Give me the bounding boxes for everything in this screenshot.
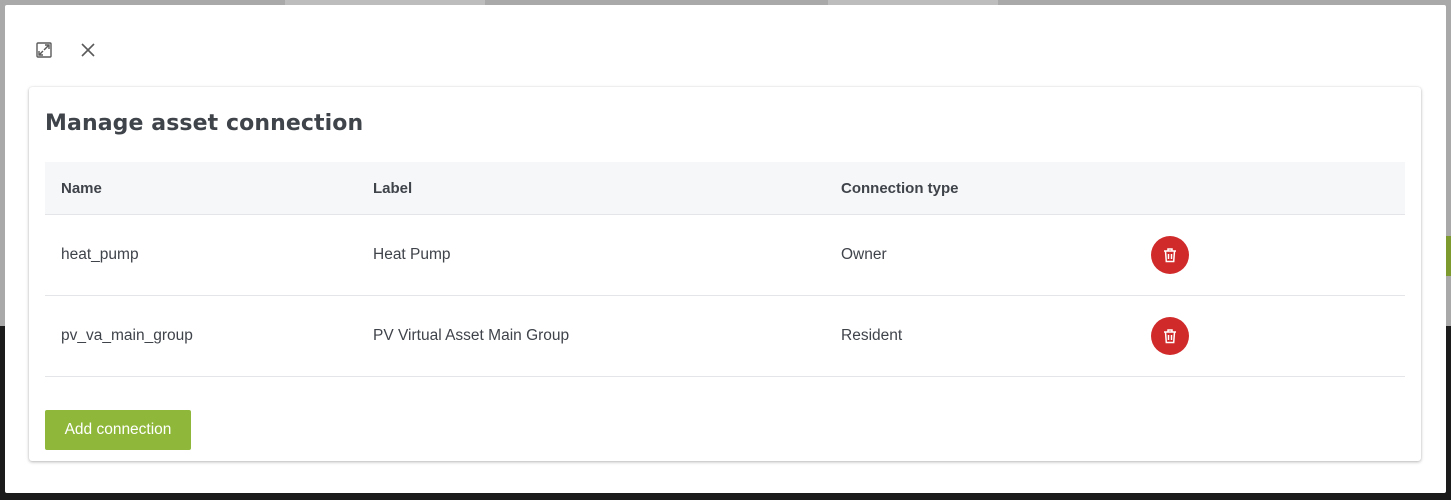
cell-actions — [1151, 236, 1405, 274]
expand-icon[interactable] — [33, 39, 55, 61]
column-header-label[interactable]: Label — [373, 180, 841, 197]
cell-connection-type: Resident — [841, 327, 903, 344]
table-row: pv_va_main_group PV Virtual Asset Main G… — [45, 296, 1405, 377]
cell-actions — [1151, 317, 1405, 355]
table-header: Name Label Connection type — [45, 162, 1405, 215]
trash-icon — [1164, 248, 1176, 263]
manage-connection-modal: Manage asset connection Name Label Conne… — [5, 5, 1446, 493]
delete-connection-button[interactable] — [1151, 317, 1189, 355]
cell-label: PV Virtual Asset Main Group — [373, 327, 570, 344]
connections-table: Name Label Connection type heat_pump Hea… — [45, 162, 1405, 377]
cell-connection-type: Owner — [841, 246, 887, 263]
backdrop-green-element — [1446, 236, 1451, 276]
trash-icon — [1164, 329, 1176, 344]
cell-label: Heat Pump — [373, 246, 451, 263]
connection-card: Manage asset connection Name Label Conne… — [29, 87, 1421, 461]
cell-name: pv_va_main_group — [61, 327, 193, 344]
add-connection-button[interactable]: Add connection — [45, 410, 191, 450]
modal-toolbar — [33, 35, 99, 65]
column-header-connection-type[interactable]: Connection type — [841, 180, 1151, 197]
close-icon[interactable] — [77, 39, 99, 61]
cell-name: heat_pump — [61, 246, 139, 263]
delete-connection-button[interactable] — [1151, 236, 1189, 274]
page-title: Manage asset connection — [45, 111, 364, 136]
column-header-name[interactable]: Name — [45, 180, 373, 197]
table-row: heat_pump Heat Pump Owner — [45, 215, 1405, 296]
